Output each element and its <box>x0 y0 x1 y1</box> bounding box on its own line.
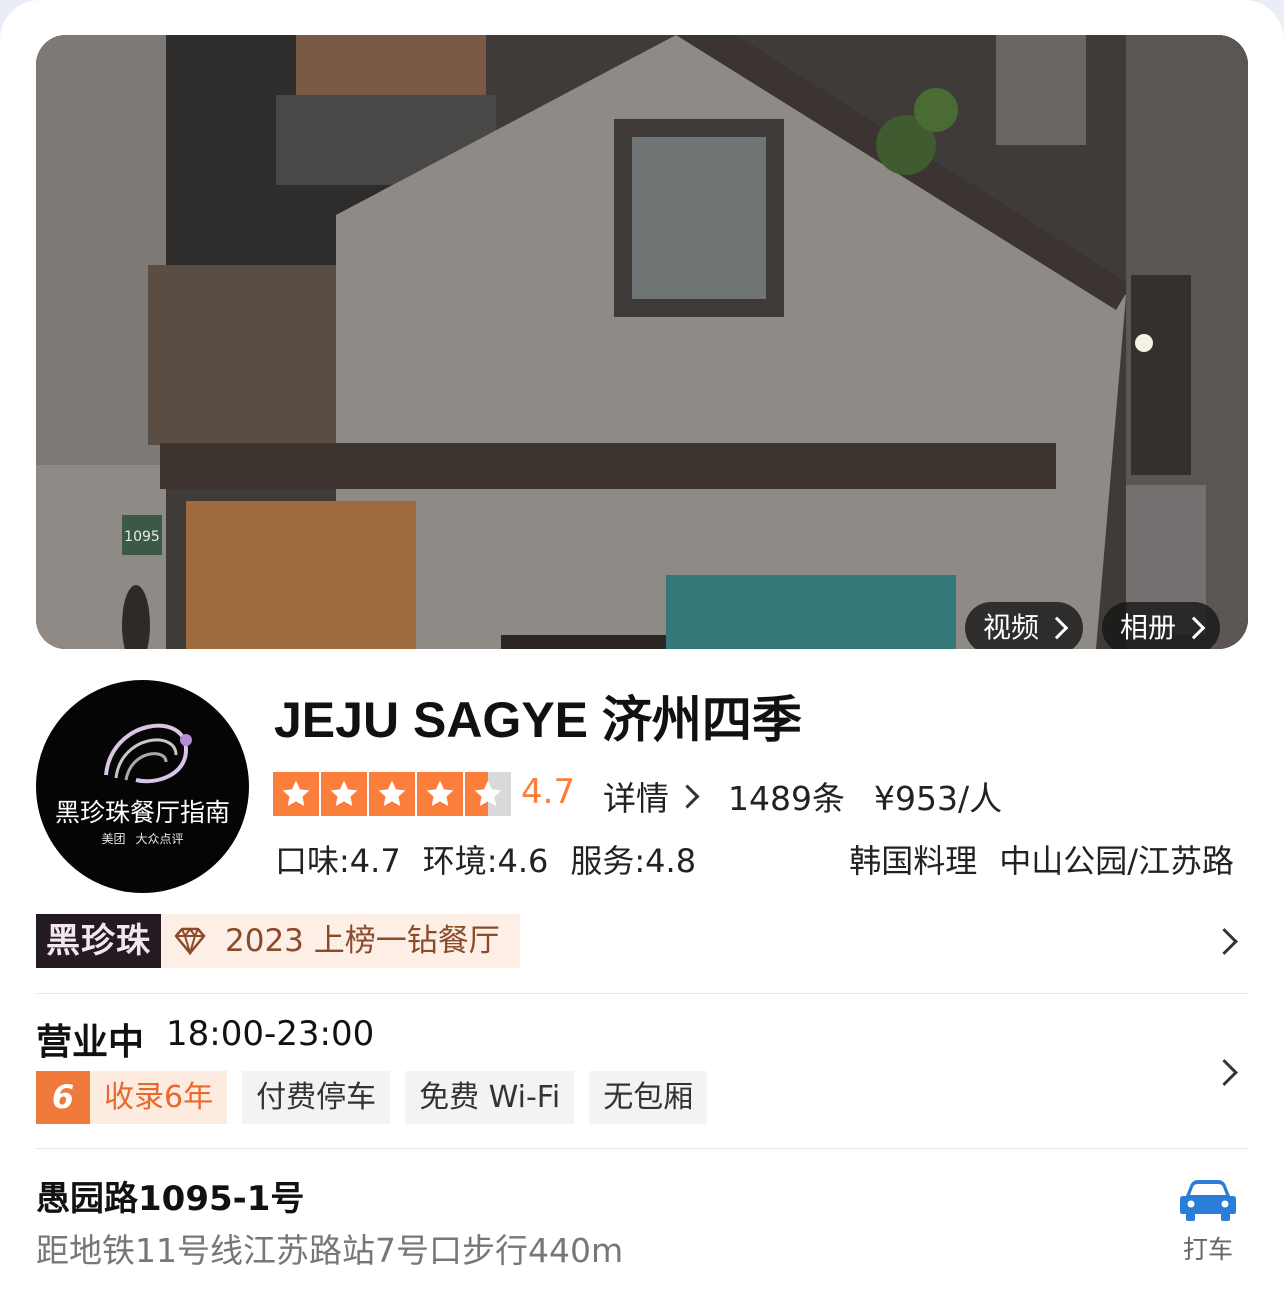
taste-score: 口味:4.7 <box>275 842 401 880</box>
chevron-right-icon[interactable] <box>1211 928 1238 955</box>
black-pearl-award-row[interactable]: 黑珍珠 2023 上榜一钻餐厅 <box>36 914 520 968</box>
star-icon <box>417 772 463 816</box>
restaurant-card: 1095 视频 相册 黑珍珠餐厅指南 美团 大众点评 JEJU SAGYE 济州… <box>0 0 1284 1300</box>
storefront-illustration: 1095 <box>36 35 1248 649</box>
logo-brand-dianping: 大众点评 <box>135 832 184 846</box>
video-button-label: 视频 <box>983 611 1040 644</box>
logo-brands: 美团 大众点评 <box>36 830 249 847</box>
black-pearl-logo: 黑珍珠餐厅指南 美团 大众点评 <box>36 680 249 893</box>
years-number: 6 <box>36 1071 90 1124</box>
business-status: 营业中 <box>36 1022 145 1063</box>
taxi-button[interactable]: 打车 <box>1172 1178 1244 1266</box>
review-count[interactable]: 1489条 <box>728 772 845 820</box>
album-button-label: 相册 <box>1120 611 1177 644</box>
years-listed-chip: 6 收录6年 <box>36 1071 228 1124</box>
taxi-label: 打车 <box>1182 1235 1233 1264</box>
star-icon <box>369 772 415 816</box>
video-button[interactable]: 视频 <box>965 602 1084 649</box>
star-icon <box>273 772 319 816</box>
divider <box>36 1148 1248 1149</box>
restaurant-photo[interactable]: 1095 视频 相册 <box>36 35 1248 649</box>
paid-parking-chip: 付费停车 <box>242 1071 391 1124</box>
logo-brand-meituan: 美团 <box>101 832 126 846</box>
album-button[interactable]: 相册 <box>1102 602 1221 649</box>
environment-score: 环境:4.6 <box>422 842 549 880</box>
logo-title: 黑珍珠餐厅指南 <box>54 798 230 827</box>
metro-directions: 距地铁11号线江苏路站7号口步行440m <box>36 1231 624 1270</box>
sub-scores: 口味:4.7 环境:4.6 服务:4.8 <box>275 836 696 882</box>
details-label: 详情 <box>603 779 669 818</box>
business-hours: 18:00-23:00 <box>166 1014 375 1054</box>
chevron-right-icon <box>1182 616 1206 640</box>
car-icon <box>1180 1180 1236 1221</box>
price-per-person: ¥953/人 <box>874 779 1003 818</box>
award-badge: 2023 上榜一钻餐厅 <box>161 914 520 968</box>
rating-score: 4.7 <box>521 772 576 812</box>
category-tags: 韩国料理 中山公园/江苏路 <box>849 836 1234 882</box>
rating-details-link[interactable]: 详情 <box>603 772 700 820</box>
pearl-wave-icon <box>104 723 192 784</box>
black-pearl-badge: 黑珍珠 <box>36 914 161 968</box>
years-text: 收录6年 <box>90 1071 228 1124</box>
half-star-icon <box>465 772 511 816</box>
award-text: 2023 上榜一钻餐厅 <box>225 923 500 959</box>
restaurant-name: JEJU SAGYE 济州四季 <box>274 692 802 748</box>
diamond-icon <box>174 927 206 955</box>
chevron-right-icon[interactable] <box>1211 1059 1238 1086</box>
no-private-room-chip: 无包厢 <box>589 1071 708 1124</box>
cuisine-tag[interactable]: 韩国料理 <box>849 836 977 882</box>
svg-text:1095: 1095 <box>124 529 160 545</box>
chevron-right-icon <box>675 783 700 809</box>
service-score: 服务:4.8 <box>570 842 697 880</box>
address-line[interactable]: 愚园路1095-1号 <box>36 1171 304 1220</box>
area-tag[interactable]: 中山公园/江苏路 <box>999 836 1234 882</box>
chevron-right-icon <box>1045 616 1069 640</box>
free-wifi-chip: 免费 Wi-Fi <box>405 1071 575 1124</box>
star-rating <box>273 772 513 816</box>
divider <box>36 993 1248 994</box>
feature-chips: 6 收录6年 付费停车 免费 Wi-Fi 无包厢 <box>36 1071 708 1124</box>
star-icon <box>321 772 367 816</box>
